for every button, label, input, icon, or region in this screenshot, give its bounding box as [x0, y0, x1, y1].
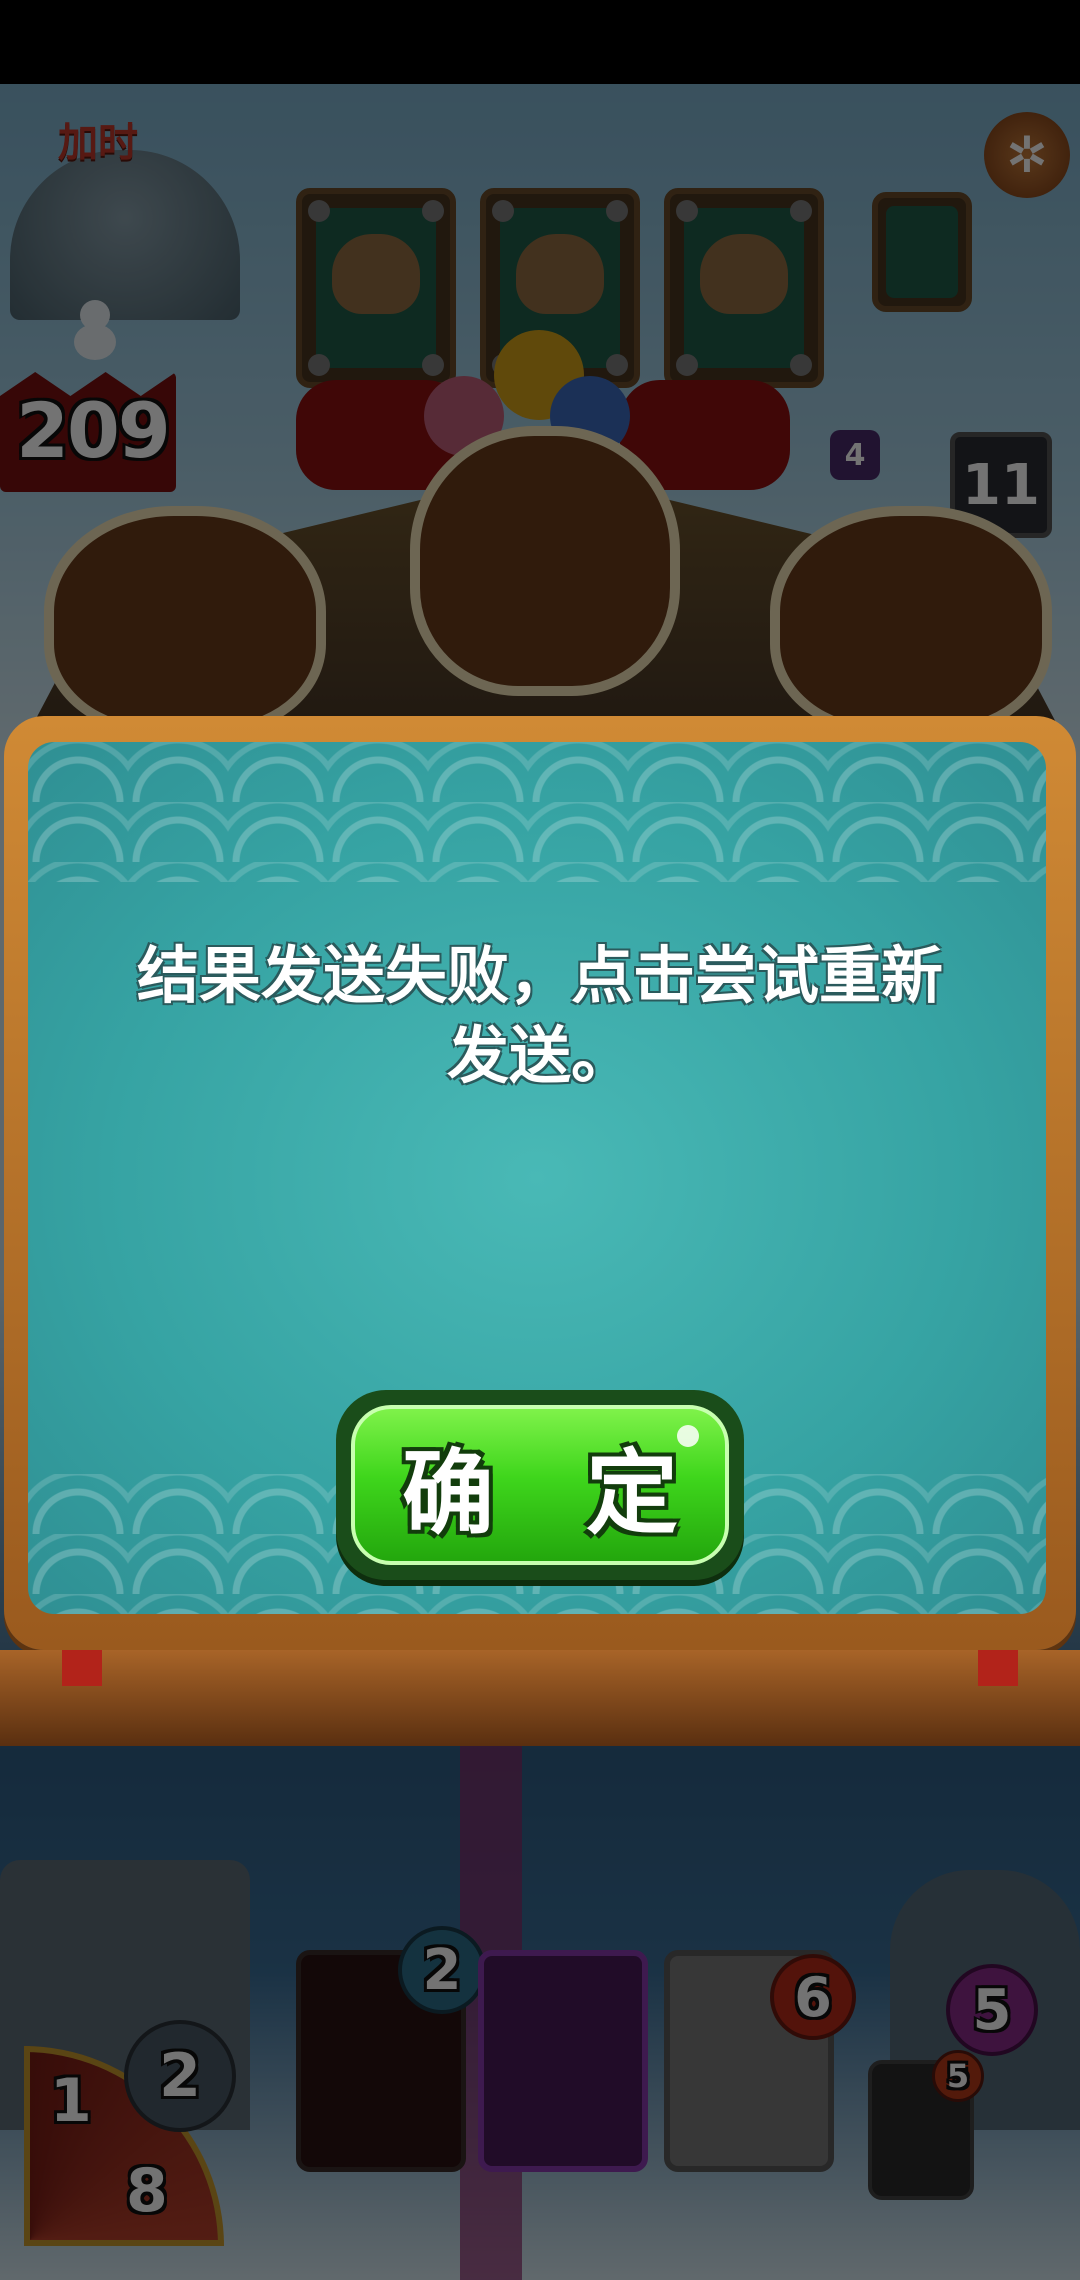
- button-shine: [677, 1425, 699, 1447]
- confirm-button-label: 确 定: [401, 1439, 709, 1547]
- stand-leg-right: [978, 1650, 1018, 1686]
- stand-leg-left: [62, 1650, 102, 1686]
- wave-pattern-top: [28, 742, 1046, 882]
- dialog-stand: [0, 1650, 1080, 1746]
- confirm-button[interactable]: 确 定: [336, 1390, 744, 1580]
- dialog-message: 结果发送失败，点击尝试重新发送。: [136, 939, 943, 1092]
